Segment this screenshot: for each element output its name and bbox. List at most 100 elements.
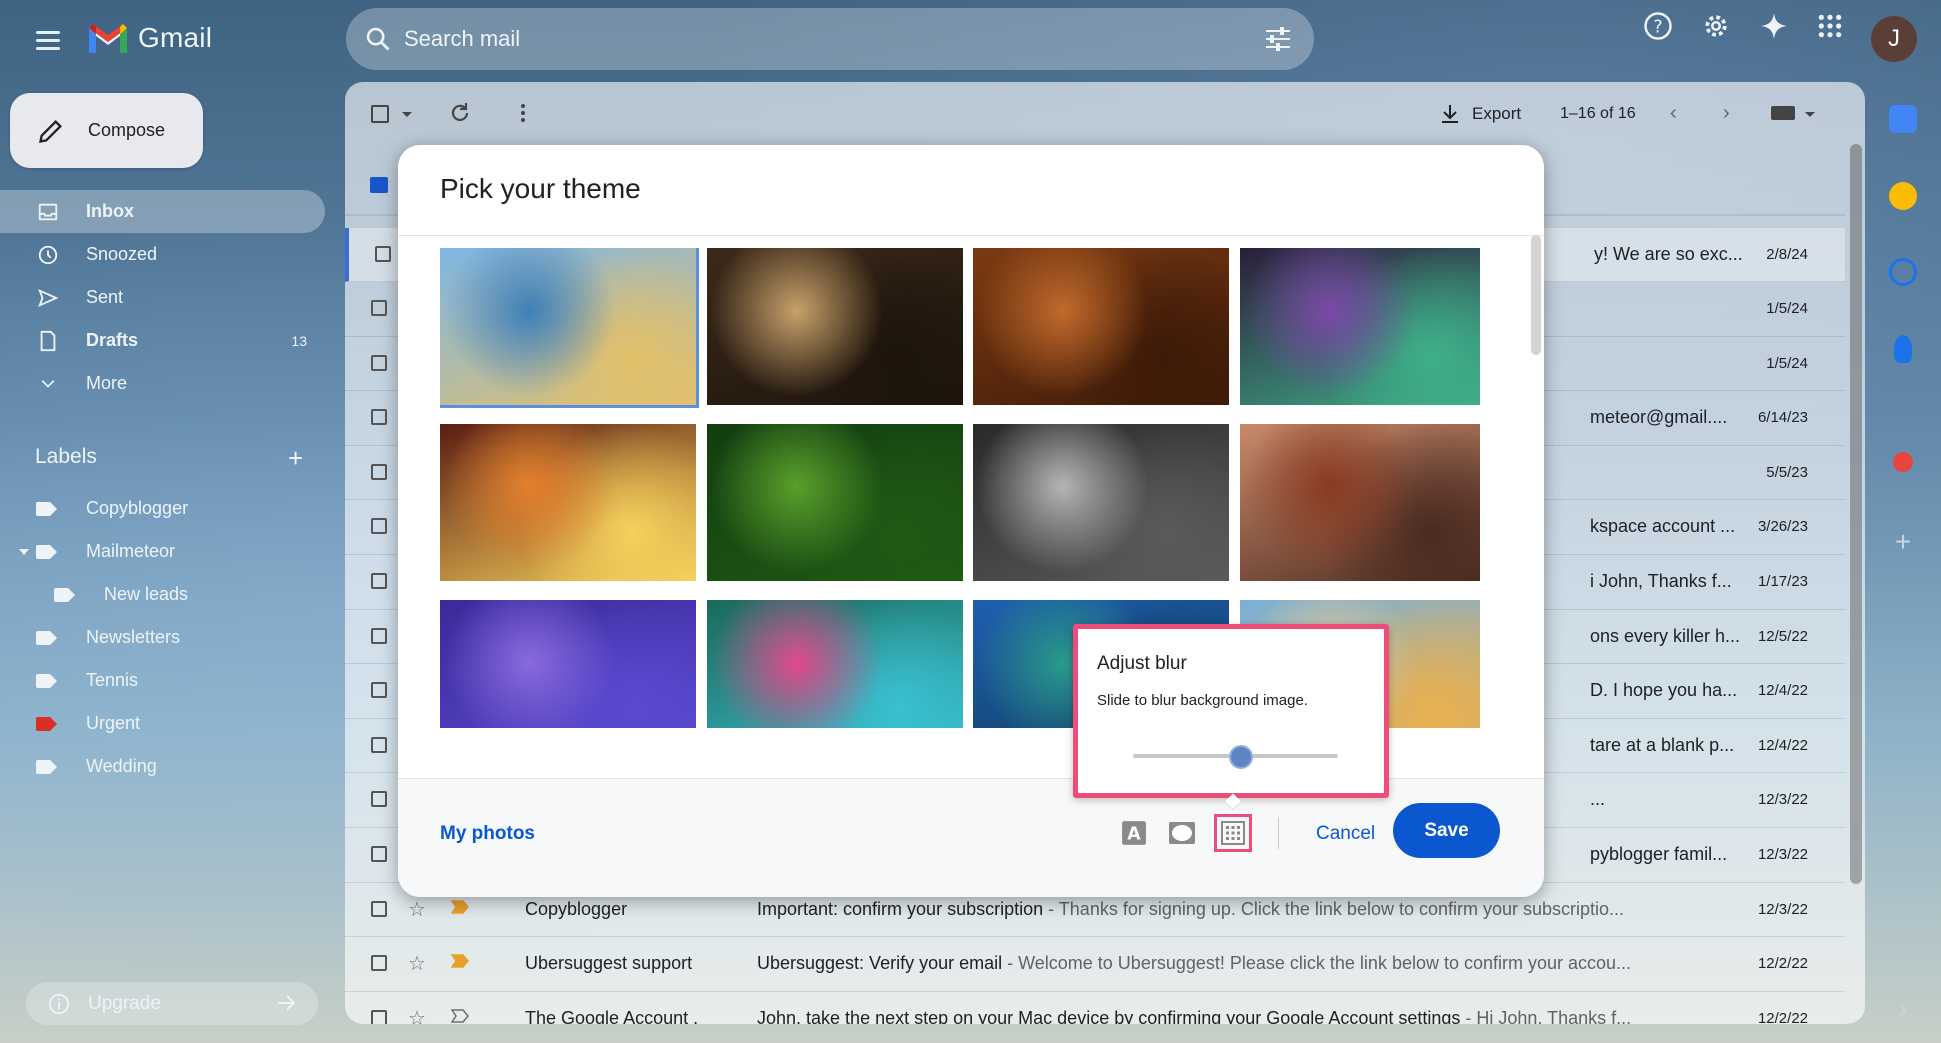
list-scrollbar[interactable]: [1850, 144, 1862, 884]
arrow-right-icon: [278, 995, 296, 1011]
row-checkbox[interactable]: [371, 518, 387, 535]
dialog-scrollbar[interactable]: [1531, 235, 1541, 355]
my-photos-link[interactable]: My photos: [440, 823, 535, 845]
keep-icon[interactable]: [1889, 182, 1917, 210]
select-menu-caret-icon[interactable]: [402, 112, 412, 117]
calendar-icon[interactable]: [1889, 105, 1917, 133]
nav-item-drafts[interactable]: Drafts 13: [0, 319, 325, 362]
row-checkbox[interactable]: [371, 354, 387, 371]
row-checkbox[interactable]: [371, 791, 387, 808]
row-checkbox[interactable]: [375, 246, 391, 262]
email-date: 12/4/22: [1757, 682, 1808, 700]
theme-thumbnail-autumn-leaves[interactable]: [973, 248, 1229, 405]
star-icon[interactable]: ☆: [408, 951, 426, 976]
star-icon[interactable]: ☆: [408, 897, 426, 922]
primary-tab-inbox-icon[interactable]: [370, 177, 388, 193]
search-input[interactable]: [404, 20, 1184, 58]
row-checkbox[interactable]: [371, 736, 387, 753]
search-options-icon[interactable]: [1264, 26, 1292, 52]
search-icon[interactable]: [364, 25, 392, 53]
theme-thumbnail-jellyfish[interactable]: [440, 600, 696, 728]
row-checkbox[interactable]: [371, 463, 387, 480]
row-checkbox[interactable]: [371, 900, 387, 917]
chevron-down-icon: [36, 372, 60, 396]
add-label-icon[interactable]: +: [288, 445, 303, 471]
expand-caret-icon[interactable]: [19, 549, 29, 555]
label-item[interactable]: Mailmeteor: [0, 530, 325, 573]
theme-thumbnail-horseshoe-canyon[interactable]: [1239, 424, 1480, 581]
star-icon[interactable]: ☆: [408, 1006, 426, 1024]
theme-thumbnail-caterpillar[interactable]: [706, 424, 963, 581]
row-checkbox[interactable]: [371, 682, 387, 699]
label-name: Newsletters: [86, 627, 181, 647]
nav-item-inbox[interactable]: Inbox: [0, 190, 325, 233]
mailmeteor-addon-icon[interactable]: [1893, 452, 1913, 472]
main-menu-icon[interactable]: [30, 22, 66, 58]
label-item[interactable]: Tennis: [0, 659, 325, 702]
label-item[interactable]: Urgent: [0, 702, 325, 745]
app-name: Gmail: [138, 22, 213, 53]
label-item[interactable]: Copyblogger: [0, 487, 325, 530]
svg-text:?: ?: [1653, 17, 1662, 37]
row-checkbox[interactable]: [371, 572, 387, 589]
get-addons-plus-icon[interactable]: +: [1889, 528, 1917, 556]
email-date: 12/5/22: [1757, 627, 1808, 645]
chevron-right-icon[interactable]: ›: [1723, 102, 1730, 125]
email-sender: Copyblogger: [525, 898, 628, 919]
tasks-icon[interactable]: [1889, 258, 1917, 286]
theme-thumbnail-chess[interactable]: [706, 248, 963, 405]
more-vert-icon[interactable]: [511, 101, 535, 125]
compose-button[interactable]: Compose: [10, 93, 203, 168]
email-date: 1/17/23: [1757, 572, 1808, 590]
row-checkbox[interactable]: [371, 300, 387, 316]
row-checkbox[interactable]: [371, 1009, 387, 1024]
gmail-logo[interactable]: Gmail: [86, 20, 212, 56]
select-all-checkbox[interactable]: [371, 105, 389, 123]
importance-marker-icon[interactable]: [451, 954, 469, 968]
blur-slider-thumb[interactable]: [1228, 745, 1253, 769]
theme-thumbnail-rainbow-bubble[interactable]: [706, 600, 963, 728]
apps-grid-icon[interactable]: [1812, 8, 1848, 44]
input-tools-caret-icon[interactable]: [1805, 112, 1815, 117]
chevron-left-icon[interactable]: ‹: [1670, 102, 1677, 125]
text-background-icon[interactable]: A: [1118, 817, 1150, 849]
row-checkbox[interactable]: [371, 955, 387, 972]
label-item[interactable]: New leads: [0, 573, 325, 616]
label-item[interactable]: Wedding: [0, 745, 325, 788]
save-button[interactable]: Save: [1393, 803, 1500, 858]
gemini-sparkle-icon[interactable]: [1756, 8, 1792, 44]
label-name: New leads: [104, 584, 189, 604]
theme-thumbnail-bokeh-lights[interactable]: [1239, 248, 1480, 405]
vignette-icon[interactable]: [1166, 817, 1198, 849]
keyboard-icon[interactable]: [1771, 106, 1795, 120]
importance-marker-icon[interactable]: [451, 1008, 469, 1023]
nav-item-more[interactable]: More: [0, 362, 325, 405]
theme-thumbnail-metal-pipes[interactable]: [973, 424, 1229, 581]
help-icon[interactable]: ?: [1640, 8, 1676, 44]
email-row[interactable]: ☆ Ubersuggest support Ubersuggest: Verify …: [345, 937, 1845, 992]
email-snippet: y! We are so exc...: [1594, 244, 1743, 264]
export-button[interactable]: Export: [1438, 102, 1521, 126]
account-avatar[interactable]: J: [1871, 16, 1917, 62]
label-tag-icon: [36, 673, 57, 688]
show-side-panel-icon[interactable]: ›: [1889, 995, 1917, 1023]
cancel-button[interactable]: Cancel: [1304, 813, 1387, 855]
contacts-icon[interactable]: [1894, 335, 1912, 363]
row-checkbox[interactable]: [371, 409, 387, 426]
label-item[interactable]: Newsletters: [0, 616, 325, 659]
refresh-icon[interactable]: [448, 101, 472, 125]
email-row[interactable]: ☆ The Google Account . John, take the next…: [345, 992, 1845, 1024]
settings-gear-icon[interactable]: [1698, 8, 1734, 44]
email-snippet: ...: [1590, 789, 1606, 810]
row-checkbox[interactable]: [371, 627, 387, 644]
upgrade-button[interactable]: Upgrade: [26, 982, 318, 1025]
svg-text:A: A: [1127, 825, 1141, 845]
nav-item-sent[interactable]: Sent: [0, 276, 325, 319]
theme-thumbnail-beach-child[interactable]: [440, 248, 696, 405]
blur-grid-icon[interactable]: [1214, 814, 1252, 852]
importance-marker-icon[interactable]: [451, 899, 469, 914]
adjust-blur-popover: Adjust blur Slide to blur background ima…: [1073, 624, 1389, 798]
nav-item-snoozed[interactable]: Snoozed: [0, 233, 325, 276]
theme-thumbnail-canyon-rock[interactable]: [440, 424, 696, 581]
row-checkbox[interactable]: [371, 845, 387, 862]
